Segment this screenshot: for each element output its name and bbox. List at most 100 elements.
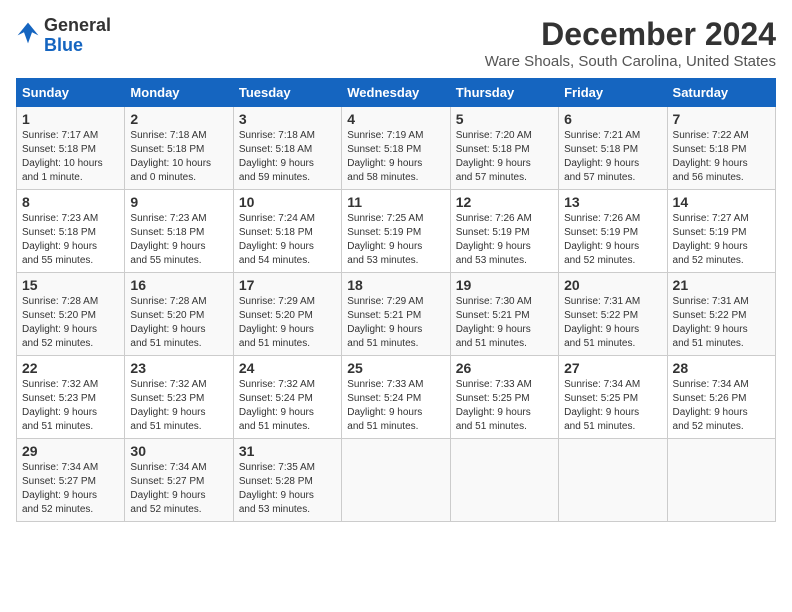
day-number: 26 (456, 360, 553, 376)
day-number: 21 (673, 277, 770, 293)
calendar-week-row: 29 Sunrise: 7:34 AM Sunset: 5:27 PM Dayli… (17, 439, 776, 522)
header: General Blue December 2024 Ware Shoals, … (16, 16, 776, 70)
day-number: 12 (456, 194, 553, 210)
calendar-cell: 19 Sunrise: 7:30 AM Sunset: 5:21 PM Dayli… (450, 273, 558, 356)
calendar-cell: 4 Sunrise: 7:19 AM Sunset: 5:18 PM Daylig… (342, 107, 450, 190)
day-number: 22 (22, 360, 119, 376)
day-info: Sunrise: 7:20 AM Sunset: 5:18 PM Dayligh… (456, 129, 553, 185)
day-number: 15 (22, 277, 119, 293)
location-title: Ware Shoals, South Carolina, United Stat… (485, 53, 776, 70)
day-info: Sunrise: 7:24 AM Sunset: 5:18 PM Dayligh… (239, 212, 336, 268)
weekday-header: Tuesday (233, 79, 341, 107)
calendar-week-row: 1 Sunrise: 7:17 AM Sunset: 5:18 PM Daylig… (17, 107, 776, 190)
day-info: Sunrise: 7:26 AM Sunset: 5:19 PM Dayligh… (456, 212, 553, 268)
calendar-cell: 23Sunrise: 7:32 AM Sunset: 5:23 PM Dayli… (125, 356, 233, 439)
day-number: 27 (564, 360, 661, 376)
day-info: Sunrise: 7:32 AM Sunset: 5:24 PM Dayligh… (239, 378, 336, 434)
day-number: 31 (239, 443, 336, 459)
day-number: 14 (673, 194, 770, 210)
day-info: Sunrise: 7:30 AM Sunset: 5:21 PM Dayligh… (456, 295, 553, 351)
day-number: 5 (456, 111, 553, 127)
calendar-cell: 10Sunrise: 7:24 AM Sunset: 5:18 PM Dayli… (233, 190, 341, 273)
calendar-cell: 13Sunrise: 7:26 AM Sunset: 5:19 PM Dayli… (559, 190, 667, 273)
calendar-cell: 9 Sunrise: 7:23 AM Sunset: 5:18 PM Daylig… (125, 190, 233, 273)
calendar-cell: 25Sunrise: 7:33 AM Sunset: 5:24 PM Dayli… (342, 356, 450, 439)
day-info: Sunrise: 7:31 AM Sunset: 5:22 PM Dayligh… (564, 295, 661, 351)
day-info: Sunrise: 7:34 AM Sunset: 5:25 PM Dayligh… (564, 378, 661, 434)
calendar-week-row: 8 Sunrise: 7:23 AM Sunset: 5:18 PM Daylig… (17, 190, 776, 273)
day-info: Sunrise: 7:27 AM Sunset: 5:19 PM Dayligh… (673, 212, 770, 268)
day-number: 1 (22, 111, 119, 127)
day-info: Sunrise: 7:29 AM Sunset: 5:21 PM Dayligh… (347, 295, 444, 351)
day-info: Sunrise: 7:32 AM Sunset: 5:23 PM Dayligh… (22, 378, 119, 434)
weekday-header-row: SundayMondayTuesdayWednesdayThursdayFrid… (17, 79, 776, 107)
calendar-cell: 17 Sunrise: 7:29 AM Sunset: 5:20 PM Dayli… (233, 273, 341, 356)
day-info: Sunrise: 7:34 AM Sunset: 5:27 PM Dayligh… (22, 461, 119, 517)
day-info: Sunrise: 7:35 AM Sunset: 5:28 PM Dayligh… (239, 461, 336, 517)
calendar-cell: 30Sunrise: 7:34 AM Sunset: 5:27 PM Dayli… (125, 439, 233, 522)
calendar-cell: 12 Sunrise: 7:26 AM Sunset: 5:19 PM Dayli… (450, 190, 558, 273)
weekday-header: Thursday (450, 79, 558, 107)
logo-blue-text: Blue (44, 35, 83, 55)
day-info: Sunrise: 7:22 AM Sunset: 5:18 PM Dayligh… (673, 129, 770, 185)
calendar-cell: 2 Sunrise: 7:18 AM Sunset: 5:18 PM Daylig… (125, 107, 233, 190)
calendar-week-row: 22 Sunrise: 7:32 AM Sunset: 5:23 PM Dayli… (17, 356, 776, 439)
calendar-cell: 1 Sunrise: 7:17 AM Sunset: 5:18 PM Daylig… (17, 107, 125, 190)
day-number: 2 (130, 111, 227, 127)
logo-icon (16, 21, 40, 50)
day-number: 11 (347, 194, 444, 210)
day-info: Sunrise: 7:34 AM Sunset: 5:26 PM Dayligh… (673, 378, 770, 434)
day-number: 16 (130, 277, 227, 293)
day-info: Sunrise: 7:29 AM Sunset: 5:20 PM Dayligh… (239, 295, 336, 351)
calendar-cell: 21 Sunrise: 7:31 AM Sunset: 5:22 PM Dayli… (667, 273, 775, 356)
day-info: Sunrise: 7:18 AM Sunset: 5:18 PM Dayligh… (130, 129, 227, 185)
day-number: 9 (130, 194, 227, 210)
month-title: December 2024 (485, 16, 776, 53)
calendar-cell: 7 Sunrise: 7:22 AM Sunset: 5:18 PM Daylig… (667, 107, 775, 190)
day-number: 18 (347, 277, 444, 293)
day-number: 29 (22, 443, 119, 459)
calendar-cell: 27 Sunrise: 7:34 AM Sunset: 5:25 PM Dayli… (559, 356, 667, 439)
day-number: 19 (456, 277, 553, 293)
day-info: Sunrise: 7:17 AM Sunset: 5:18 PM Dayligh… (22, 129, 119, 185)
day-number: 20 (564, 277, 661, 293)
day-number: 23 (130, 360, 227, 376)
day-number: 4 (347, 111, 444, 127)
day-info: Sunrise: 7:31 AM Sunset: 5:22 PM Dayligh… (673, 295, 770, 351)
calendar-cell (342, 439, 450, 522)
day-info: Sunrise: 7:33 AM Sunset: 5:24 PM Dayligh… (347, 378, 444, 434)
weekday-header: Sunday (17, 79, 125, 107)
day-number: 8 (22, 194, 119, 210)
day-info: Sunrise: 7:23 AM Sunset: 5:18 PM Dayligh… (130, 212, 227, 268)
calendar-cell: 3Sunrise: 7:18 AM Sunset: 5:18 AM Daylig… (233, 107, 341, 190)
day-info: Sunrise: 7:19 AM Sunset: 5:18 PM Dayligh… (347, 129, 444, 185)
calendar-cell: 22 Sunrise: 7:32 AM Sunset: 5:23 PM Dayli… (17, 356, 125, 439)
day-number: 24 (239, 360, 336, 376)
day-number: 17 (239, 277, 336, 293)
calendar-cell: 31 Sunrise: 7:35 AM Sunset: 5:28 PM Dayli… (233, 439, 341, 522)
day-number: 28 (673, 360, 770, 376)
day-info: Sunrise: 7:21 AM Sunset: 5:18 PM Dayligh… (564, 129, 661, 185)
day-info: Sunrise: 7:26 AM Sunset: 5:19 PM Dayligh… (564, 212, 661, 268)
calendar-cell (667, 439, 775, 522)
calendar-cell: 11Sunrise: 7:25 AM Sunset: 5:19 PM Dayli… (342, 190, 450, 273)
calendar-cell (559, 439, 667, 522)
logo: General Blue (16, 16, 111, 56)
day-number: 6 (564, 111, 661, 127)
weekday-header: Wednesday (342, 79, 450, 107)
calendar-week-row: 15Sunrise: 7:28 AM Sunset: 5:20 PM Dayli… (17, 273, 776, 356)
title-area: December 2024 Ware Shoals, South Carolin… (485, 16, 776, 70)
day-info: Sunrise: 7:23 AM Sunset: 5:18 PM Dayligh… (22, 212, 119, 268)
day-number: 7 (673, 111, 770, 127)
day-info: Sunrise: 7:34 AM Sunset: 5:27 PM Dayligh… (130, 461, 227, 517)
calendar-cell (450, 439, 558, 522)
calendar-cell: 29 Sunrise: 7:34 AM Sunset: 5:27 PM Dayli… (17, 439, 125, 522)
weekday-header: Friday (559, 79, 667, 107)
calendar-cell: 5 Sunrise: 7:20 AM Sunset: 5:18 PM Daylig… (450, 107, 558, 190)
calendar-cell: 16Sunrise: 7:28 AM Sunset: 5:20 PM Dayli… (125, 273, 233, 356)
calendar-table: SundayMondayTuesdayWednesdayThursdayFrid… (16, 78, 776, 522)
calendar-cell: 20 Sunrise: 7:31 AM Sunset: 5:22 PM Dayli… (559, 273, 667, 356)
calendar-cell: 18 Sunrise: 7:29 AM Sunset: 5:21 PM Dayli… (342, 273, 450, 356)
weekday-header: Saturday (667, 79, 775, 107)
calendar-cell: 24 Sunrise: 7:32 AM Sunset: 5:24 PM Dayli… (233, 356, 341, 439)
